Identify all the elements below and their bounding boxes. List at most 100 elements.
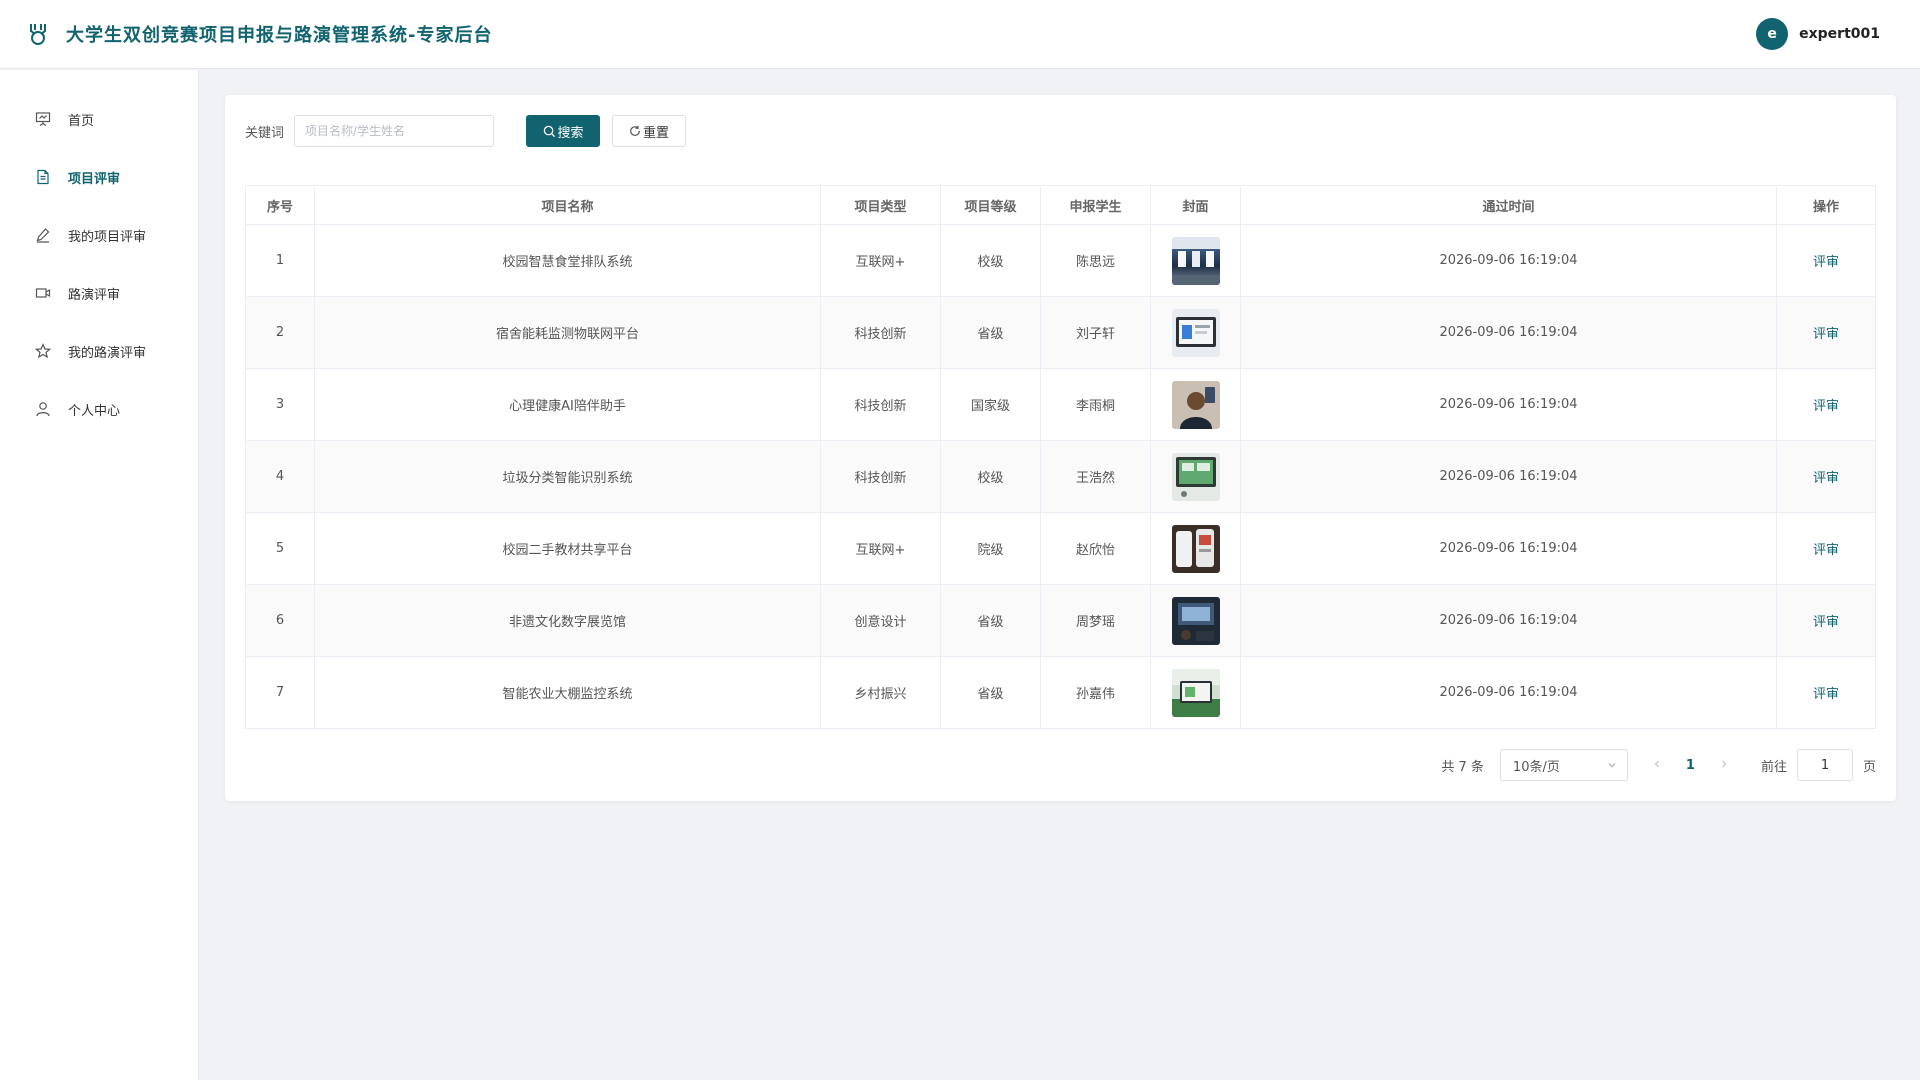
table-row: 5 校园二手教材共享平台 互联网+ 院级 赵欣怡 2026-09-06 16:1… [245,512,1876,585]
table-header: 序号 项目名称 项目类型 项目等级 申报学生 封面 通过时间 操作 [245,185,1876,225]
cell-action: 评审 [1776,512,1876,585]
cell-index: 3 [245,368,315,441]
search-button[interactable]: 搜索 [526,115,601,147]
cover-image[interactable] [1171,452,1220,501]
page-number[interactable]: 1 [1686,758,1695,773]
cell-student: 李雨桐 [1040,368,1151,441]
cell-student: 赵欣怡 [1040,512,1151,585]
pagination: 共 7 条 10条/页 1 前往 页 [1441,749,1876,781]
document-icon [35,169,51,185]
cell-index: 6 [245,584,315,657]
sidebar-item-my-roadshow-review[interactable]: 我的路演评审 [0,322,198,380]
project-table: 序号 项目名称 项目类型 项目等级 申报学生 封面 通过时间 操作 1 校园智慧… [245,185,1876,729]
column-header: 封面 [1150,185,1241,225]
column-header: 项目等级 [940,185,1041,225]
cell-level: 校级 [940,440,1041,513]
cell-student: 周梦瑶 [1040,584,1151,657]
cell-type: 科技创新 [820,296,941,369]
cell-student: 孙嘉伟 [1040,656,1151,729]
page-size-select[interactable]: 10条/页 [1499,749,1628,781]
cover-image[interactable] [1171,596,1220,645]
page-size-value: 10条/页 [1512,759,1560,775]
cell-student: 陈思远 [1040,224,1151,297]
table-row: 6 非遗文化数字展览馆 创意设计 省级 周梦瑶 2026-09-06 16:19… [245,584,1876,657]
sidebar-item-label: 我的路演评审 [68,345,147,361]
goto-page-input[interactable] [1796,749,1853,781]
cell-project-name: 智能农业大棚监控系统 [314,656,821,729]
user-icon [35,401,51,417]
cell-index: 1 [245,224,315,297]
sidebar-item-label: 首页 [68,113,95,129]
top-header: 大学生双创竞赛项目申报与路演管理系统-专家后台 e expert001 [0,0,1920,69]
medal-icon [28,22,48,46]
review-link[interactable]: 评审 [1813,471,1839,486]
reset-button[interactable]: 重置 [612,115,687,147]
cell-action: 评审 [1776,368,1876,441]
review-link[interactable]: 评审 [1813,543,1839,558]
sidebar-item-label: 个人中心 [68,403,121,419]
sidebar-item-project-review[interactable]: 项目评审 [0,148,198,206]
cell-project-name: 心理健康AI陪伴助手 [314,368,821,441]
sidebar-item-my-project-review[interactable]: 我的项目评审 [0,206,198,264]
cell-level: 省级 [940,656,1041,729]
cell-action: 评审 [1776,224,1876,297]
column-header: 序号 [245,185,315,225]
search-button-label: 搜索 [557,125,584,141]
cell-action: 评审 [1776,656,1876,729]
prev-page-button[interactable] [1652,757,1662,773]
cover-image[interactable] [1171,236,1220,285]
cell-cover [1150,656,1241,729]
sidebar-item-profile[interactable]: 个人中心 [0,380,198,438]
cell-action: 评审 [1776,296,1876,369]
sidebar-item-label: 路演评审 [68,287,121,303]
cell-cover [1150,224,1241,297]
next-page-button[interactable] [1719,757,1729,773]
review-link[interactable]: 评审 [1813,615,1839,630]
cell-cover [1150,512,1241,585]
goto-label: 前往 [1760,759,1787,775]
cover-image[interactable] [1171,668,1220,717]
cell-cover [1150,296,1241,369]
cell-type: 创意设计 [820,584,941,657]
cell-pass-time: 2026-09-06 16:19:04 [1240,368,1777,441]
cell-cover [1150,584,1241,657]
cell-project-name: 宿舍能耗监测物联网平台 [314,296,821,369]
table-row: 2 宿舍能耗监测物联网平台 科技创新 省级 刘子轩 2026-09-06 16:… [245,296,1876,369]
sidebar-item-home[interactable]: 首页 [0,90,198,148]
user-menu[interactable]: e expert001 [1756,18,1880,50]
cell-action: 评审 [1776,584,1876,657]
cell-cover [1150,368,1241,441]
cover-image[interactable] [1171,524,1220,573]
review-link[interactable]: 评审 [1813,327,1839,342]
review-link[interactable]: 评审 [1813,255,1839,270]
cell-student: 王浩然 [1040,440,1151,513]
review-link[interactable]: 评审 [1813,399,1839,414]
brand: 大学生双创竞赛项目申报与路演管理系统-专家后台 [28,21,492,47]
cell-index: 4 [245,440,315,513]
search-icon [543,125,555,137]
keyword-input[interactable] [294,115,495,147]
column-header: 申报学生 [1040,185,1151,225]
cell-pass-time: 2026-09-06 16:19:04 [1240,224,1777,297]
username[interactable]: expert001 [1799,26,1880,42]
cell-level: 校级 [940,224,1041,297]
cover-image[interactable] [1171,380,1220,429]
table-row: 7 智能农业大棚监控系统 乡村振兴 省级 孙嘉伟 2026-09-06 16:1… [245,656,1876,729]
chevron-down-icon [1608,763,1616,768]
chevron-right-icon [1722,760,1727,768]
cell-type: 互联网+ [820,512,941,585]
sidebar: 首页 项目评审 我的项目评审 路演评审 我的路演评审 个人中心 [0,70,199,1080]
video-icon [35,285,51,301]
avatar[interactable]: e [1756,18,1789,50]
cover-image[interactable] [1171,308,1220,357]
app-title: 大学生双创竞赛项目申报与路演管理系统-专家后台 [66,25,493,46]
cell-level: 省级 [940,584,1041,657]
column-header: 项目名称 [314,185,821,225]
cell-pass-time: 2026-09-06 16:19:04 [1240,512,1777,585]
cell-cover [1150,440,1241,513]
cell-pass-time: 2026-09-06 16:19:04 [1240,296,1777,369]
cell-type: 科技创新 [820,368,941,441]
sidebar-item-roadshow-review[interactable]: 路演评审 [0,264,198,322]
column-header: 操作 [1776,185,1876,225]
review-link[interactable]: 评审 [1813,687,1839,702]
